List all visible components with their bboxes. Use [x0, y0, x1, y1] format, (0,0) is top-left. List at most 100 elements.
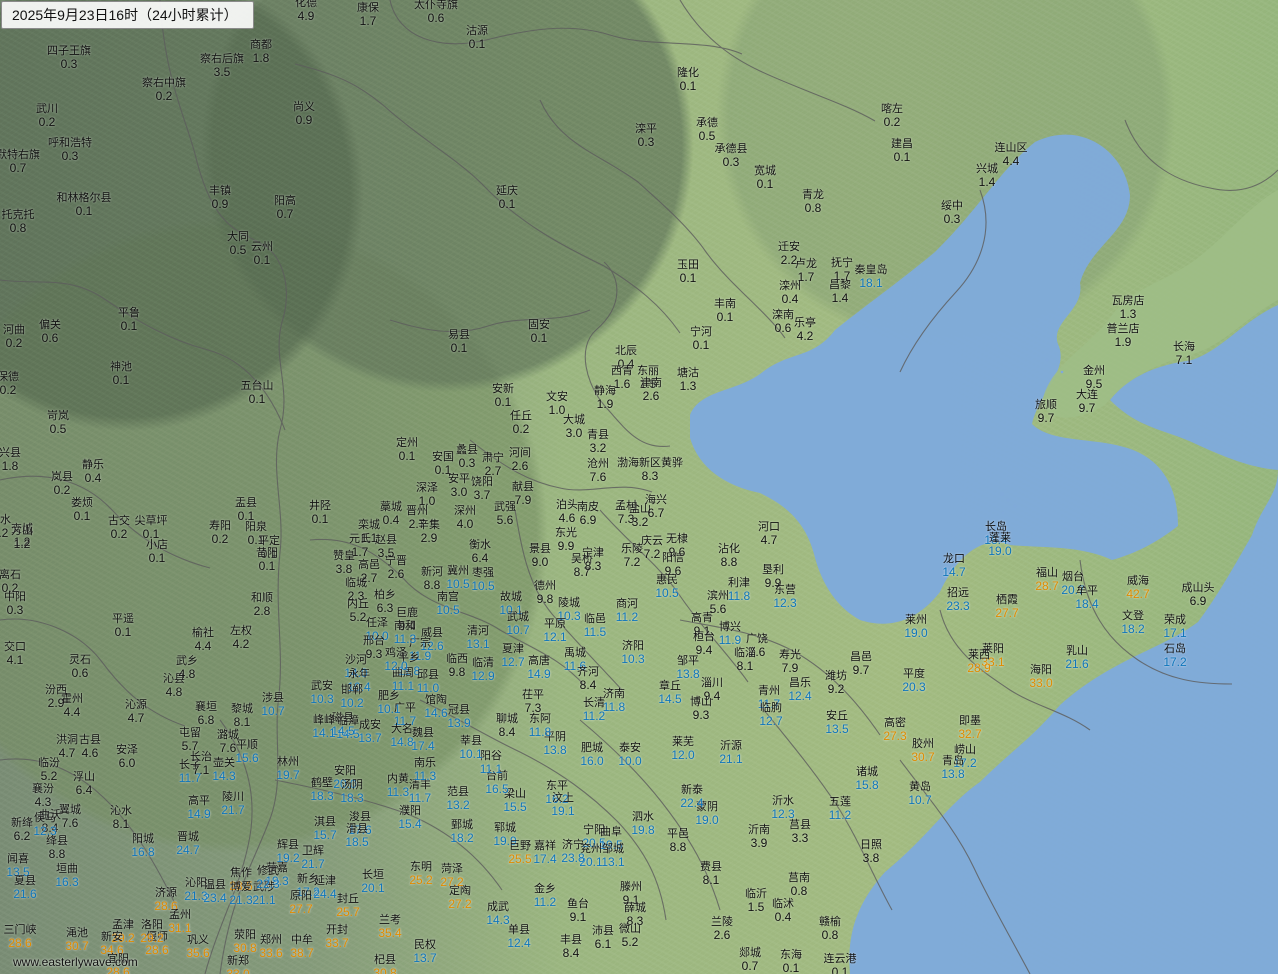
station-marker: 交口 4.1 — [4, 641, 26, 667]
rainfall-value: 2.6 — [511, 459, 529, 473]
station-marker: 浮山 6.4 — [73, 771, 95, 797]
station-marker: 承德 0.5 — [696, 117, 718, 143]
rainfall-value: 7.6 — [219, 741, 237, 755]
rainfall-value: 3.8 — [335, 562, 353, 576]
station-marker: 商都 1.8 — [250, 39, 272, 65]
station-marker: 鄄城 18.2 — [450, 819, 473, 845]
station-marker: 五莲 11.2 — [829, 796, 851, 822]
station-marker: 青县 3.2 — [587, 429, 609, 455]
rainfall-value: 0.7 — [741, 959, 759, 973]
rainfall-value: 9.2 — [827, 682, 845, 696]
rainfall-value: 3.7 — [473, 488, 491, 502]
station-marker: 河口 4.7 — [758, 521, 780, 547]
rainfall-value: 0.7 — [9, 161, 27, 175]
station-marker: 昔阳 0.1 — [256, 547, 278, 573]
rainfall-value: 6.1 — [594, 937, 612, 951]
station-marker: 泊头 4.6 — [556, 499, 578, 525]
rainfall-value: 6.8 — [197, 713, 215, 727]
rainfall-value: 30.8 — [373, 966, 397, 974]
rainfall-value: 20.1 — [361, 881, 385, 895]
station-marker: 尚义 0.9 — [293, 101, 315, 127]
rainfall-value: 6.4 — [75, 783, 93, 797]
rainfall-value: 0.3 — [60, 57, 78, 71]
rainfall-value: 21.1 — [252, 893, 276, 907]
rainfall-value: 2.6 — [713, 928, 731, 942]
rainfall-value: 14.7 — [942, 565, 966, 579]
station-marker: 临清 12.9 — [471, 657, 494, 683]
rainfall-value: 2.8 — [253, 604, 271, 618]
rainfall-value: 0.4 — [382, 513, 400, 527]
station-marker: 邱县 11.0 — [417, 669, 439, 695]
station-marker: 潞城 7.6 — [217, 729, 239, 755]
station-marker: 肥城 16.0 — [580, 742, 603, 768]
station-marker: 黄岛 10.7 — [908, 781, 931, 807]
rainfall-value: 16.8 — [131, 845, 155, 859]
rainfall-value: 0.5 — [698, 129, 716, 143]
station-marker: 即墨 32.7 — [958, 715, 981, 741]
station-marker: 石岛 17.2 — [1163, 643, 1186, 669]
station-marker: 盂县 0.1 — [235, 497, 257, 523]
station-marker: 喀左 0.2 — [881, 103, 903, 129]
rainfall-value: 0.2 — [211, 532, 229, 546]
rainfall-value: 0.1 — [831, 965, 849, 974]
rainfall-value: 8.1 — [233, 715, 251, 729]
rainfall-value: 12.7 — [759, 714, 783, 728]
rainfall-value: 30.7 — [911, 750, 935, 764]
station-marker: 临朐 12.7 — [759, 702, 782, 728]
rainfall-value: 3.9 — [750, 836, 768, 850]
station-marker: 巨野 25.5 — [508, 840, 531, 866]
station-marker: 瓦房店 1.3 — [1112, 295, 1145, 321]
station-marker: 武川 0.2 — [36, 103, 58, 129]
rainfall-value: 10.5 — [655, 586, 679, 600]
station-marker: 沛县 6.1 — [592, 925, 614, 951]
station-marker: 昌黎 1.4 — [829, 279, 851, 305]
rainfall-value: 27.2 — [448, 897, 472, 911]
rainfall-value: 17.4 — [533, 852, 557, 866]
rainfall-value: 4.1 — [6, 653, 24, 667]
station-marker: 呼和浩特 0.3 — [48, 137, 92, 163]
station-marker: 保德 0.2 — [0, 371, 19, 397]
rainfall-value: 0.1 — [112, 373, 130, 387]
rainfall-value: 35.6 — [186, 946, 210, 960]
rainfall-value: 21.6 — [1065, 657, 1089, 671]
station-marker: 岢岚 0.5 — [47, 410, 69, 436]
station-marker: 成安 13.7 — [358, 719, 381, 745]
station-marker: 潍坊 9.2 — [825, 670, 847, 696]
station-marker: 南乐 11.3 — [414, 757, 436, 783]
station-marker: 邹平 13.8 — [676, 655, 699, 681]
station-marker: 大名 14.8 — [390, 723, 413, 749]
station-marker: 察右中旗 0.2 — [142, 77, 186, 103]
rainfall-value: 9.8 — [448, 665, 466, 679]
rainfall-value: 10.2 — [340, 696, 364, 710]
station-marker: 襄垣 6.8 — [195, 701, 217, 727]
station-marker: 古交 0.2 — [108, 515, 130, 541]
rainfall-value: 7.2 — [623, 555, 641, 569]
station-marker: 菏泽 27.2 — [440, 863, 463, 889]
station-marker: 垣曲 16.3 — [55, 863, 78, 889]
rainfall-value: 1.2 — [13, 537, 31, 551]
rainfall-value: 4.7 — [127, 711, 145, 725]
rainfall-value: 19.0 — [988, 544, 1012, 558]
rainfall-value: 21.7 — [301, 857, 325, 871]
rainfall-value: 7.2 — [643, 547, 661, 561]
rainfall-value: 4.4 — [194, 639, 212, 653]
rainfall-value: 0.9 — [211, 197, 229, 211]
rainfall-value: 18.4 — [1075, 597, 1099, 611]
rainfall-value: 12.1 — [543, 630, 567, 644]
station-marker: 左权 4.2 — [230, 625, 252, 651]
rainfall-value: 33.6 — [259, 946, 283, 960]
station-marker: 沁源 4.7 — [125, 699, 147, 725]
station-marker: 馆陶 14.6 — [424, 694, 447, 720]
station-marker: 大同 0.5 — [227, 231, 249, 257]
rainfall-value: 10.7 — [261, 704, 285, 718]
rainfall-value: 0.2 — [512, 422, 530, 436]
station-marker: 玉田 0.1 — [677, 259, 699, 285]
station-marker: 霍州 4.4 — [61, 693, 83, 719]
rainfall-value: 0.9 — [295, 113, 313, 127]
station-marker: 衡水 6.4 — [469, 539, 491, 565]
rainfall-value: 2.6 — [642, 389, 660, 403]
station-marker: 云州 0.1 — [251, 241, 273, 267]
boundary-line — [389, 309, 591, 333]
station-marker: 日照 3.8 — [860, 839, 882, 865]
rainfall-map: 2025年9月23日16时（24小时累计） 化德 4.9 康保 1.7 太仆寺旗 0.6 沽… — [0, 0, 1278, 974]
